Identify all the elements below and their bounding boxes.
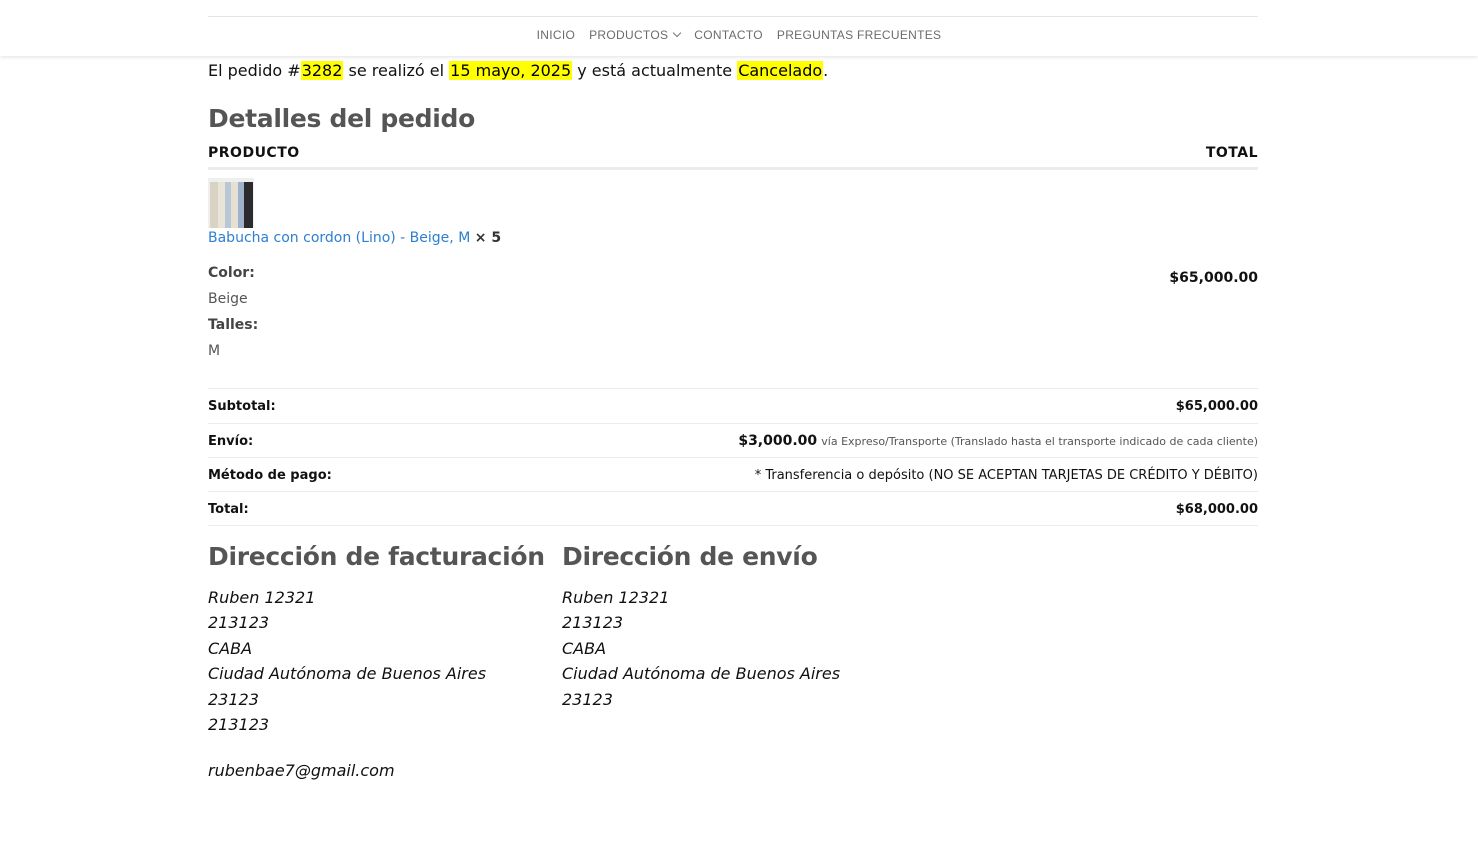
order-item-product: Babucha con cordon (Lino) - Beige, M × 5… bbox=[208, 168, 1015, 389]
order-details-title: Detalles del pedido bbox=[208, 104, 476, 133]
meta-color-value: Beige bbox=[208, 291, 248, 307]
total-label: Total: bbox=[208, 491, 411, 526]
payment-method-value: * Transferencia o depósito (NO SE ACEPTA… bbox=[410, 457, 1258, 492]
nav-item-label: INICIO bbox=[536, 28, 576, 42]
site-header: INICIO PRODUCTOS CONTACTO PREGUNTAS FREC… bbox=[0, 0, 1478, 56]
shipping-address: Ruben 12321 213123 CABA Ciudad Autónoma … bbox=[562, 585, 916, 713]
order-totals-table: Subtotal: $65,000.00 Envío: $3,000.00 ví… bbox=[208, 389, 1258, 526]
product-column-header: PRODUCTO bbox=[208, 145, 1015, 170]
order-number: 3282 bbox=[300, 61, 344, 80]
shipping-method: vía Expreso/Transporte (Translado hasta … bbox=[821, 435, 1258, 448]
nav-item-label: PREGUNTAS FRECUENTES bbox=[776, 28, 942, 42]
billing-line: Ruben 12321 bbox=[208, 587, 316, 607]
billing-address-title: Dirección de facturación bbox=[208, 541, 545, 571]
status-mid2: y está actualmente bbox=[572, 61, 738, 80]
billing-email: rubenbae7@gmail.com bbox=[208, 761, 395, 781]
billing-address-column: Dirección de facturación Ruben 12321 213… bbox=[208, 542, 562, 784]
status-mid: se realizó el bbox=[343, 61, 450, 80]
billing-line: 213123 bbox=[208, 613, 270, 633]
order-date: 15 mayo, 2025 bbox=[449, 61, 573, 80]
header-divider bbox=[208, 16, 1258, 17]
total-column-header: TOTAL bbox=[1014, 145, 1258, 170]
product-thumbnail[interactable] bbox=[208, 178, 254, 228]
nav-item-inicio[interactable]: INICIO bbox=[537, 28, 575, 42]
order-item-row: Babucha con cordon (Lino) - Beige, M × 5… bbox=[208, 168, 1258, 389]
meta-size-label: Talles: bbox=[208, 317, 259, 333]
shipping-row: Envío: $3,000.00 vía Expreso/Transporte … bbox=[208, 423, 1258, 458]
order-details-table: PRODUCTO TOTAL Babucha con cordon (Lino)… bbox=[208, 145, 1258, 389]
shipping-value: $3,000.00 vía Expreso/Transporte (Transl… bbox=[410, 423, 1258, 458]
shipping-line: 213123 bbox=[562, 613, 624, 633]
main-nav: INICIO PRODUCTOS CONTACTO PREGUNTAS FREC… bbox=[0, 28, 1478, 42]
nav-item-label: PRODUCTOS bbox=[589, 28, 669, 42]
status-prefix: El pedido # bbox=[208, 61, 301, 80]
total-value: $68,000.00 bbox=[410, 491, 1258, 526]
shipping-line: Ciudad Autónoma de Buenos Aires bbox=[562, 664, 841, 684]
nav-item-contacto[interactable]: CONTACTO bbox=[694, 28, 763, 42]
meta-color-label: Color: bbox=[208, 265, 255, 281]
subtotal-value: $65,000.00 bbox=[410, 389, 1258, 424]
order-state: Cancelado bbox=[737, 61, 824, 80]
product-meta: Color: Beige Talles: M bbox=[208, 260, 1014, 364]
status-suffix: . bbox=[823, 61, 829, 80]
shipping-label: Envío: bbox=[208, 423, 411, 458]
billing-line: 23123 bbox=[208, 689, 259, 709]
order-content: El pedido #3282 se realizó el 15 mayo, 2… bbox=[208, 56, 1258, 784]
product-quantity: × 5 bbox=[474, 230, 502, 246]
payment-method-row: Método de pago: * Transferencia o depósi… bbox=[208, 457, 1258, 492]
subtotal-row: Subtotal: $65,000.00 bbox=[208, 389, 1258, 424]
product-link[interactable]: Babucha con cordon (Lino) - Beige, M bbox=[208, 230, 470, 246]
order-status-line: El pedido #3282 se realizó el 15 mayo, 2… bbox=[208, 60, 1258, 82]
shipping-line: CABA bbox=[562, 638, 607, 658]
order-item-line: Babucha con cordon (Lino) - Beige, M × 5 bbox=[208, 230, 1014, 246]
nav-item-label: CONTACTO bbox=[694, 28, 763, 42]
shipping-line: 23123 bbox=[562, 689, 613, 709]
order-item-total: $65,000.00 bbox=[1014, 168, 1258, 389]
shipping-line: Ruben 12321 bbox=[562, 587, 670, 607]
billing-line: Ciudad Autónoma de Buenos Aires bbox=[208, 664, 487, 684]
billing-line: CABA bbox=[208, 638, 253, 658]
meta-size-value: M bbox=[208, 343, 221, 359]
shipping-address-column: Dirección de envío Ruben 12321 213123 CA… bbox=[562, 542, 916, 784]
billing-line: 213123 bbox=[208, 715, 270, 735]
nav-item-preguntas-frecuentes[interactable]: PREGUNTAS FRECUENTES bbox=[777, 28, 941, 42]
billing-address: Ruben 12321 213123 CABA Ciudad Autónoma … bbox=[208, 585, 562, 784]
nav-item-productos[interactable]: PRODUCTOS bbox=[589, 28, 682, 42]
subtotal-label: Subtotal: bbox=[208, 389, 411, 424]
payment-method-label: Método de pago: bbox=[208, 457, 411, 492]
shipping-amount: $3,000.00 bbox=[738, 433, 818, 449]
shipping-address-title: Dirección de envío bbox=[562, 541, 818, 571]
total-row: Total: $68,000.00 bbox=[208, 491, 1258, 526]
chevron-down-icon bbox=[673, 28, 682, 38]
addresses: Dirección de facturación Ruben 12321 213… bbox=[208, 542, 1258, 784]
